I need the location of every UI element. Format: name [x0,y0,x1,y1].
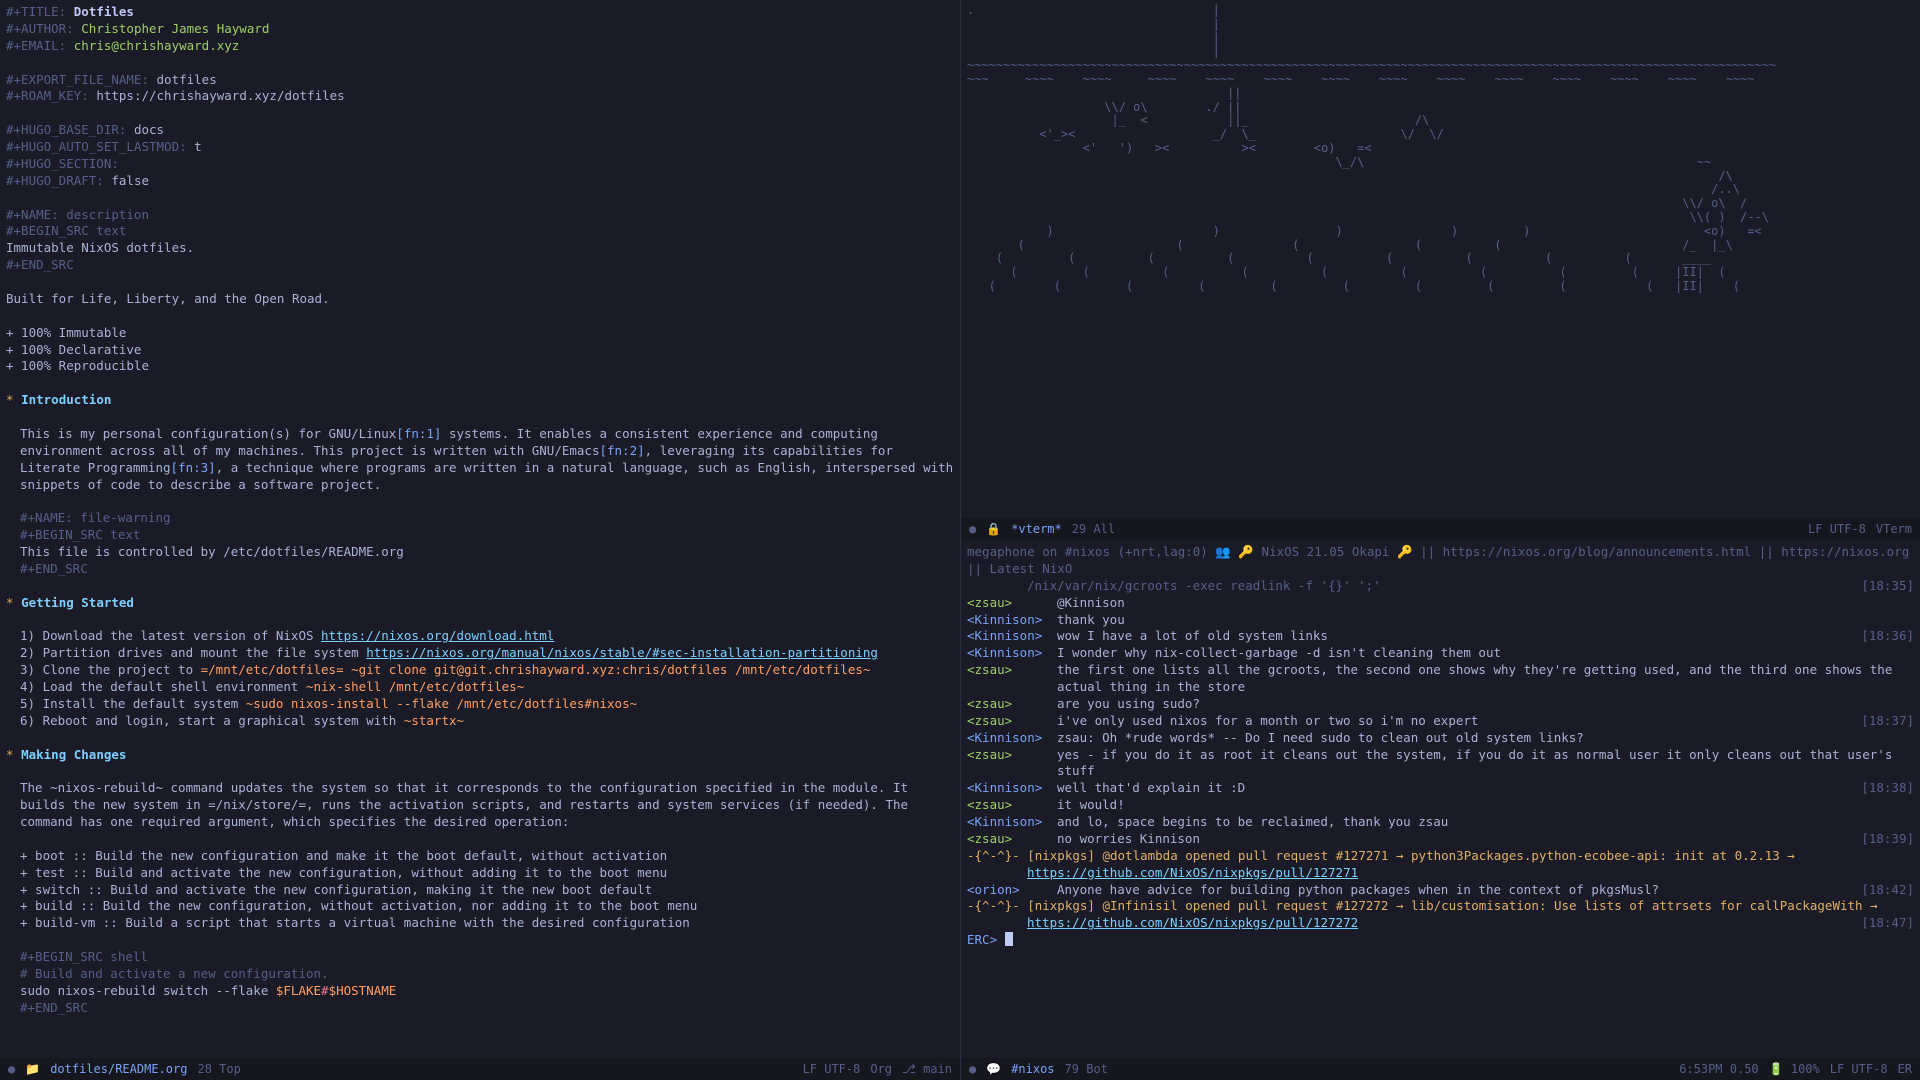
irc-message: <Kinnison> zsau: Oh *rude words* -- Do I… [967,730,1914,747]
irc-message: <Kinnison> and lo, space begins to be re… [967,814,1914,831]
position-indicator: 28 Top [197,1061,240,1077]
irc-text: i've only used nixos for a month or two … [1057,713,1851,730]
tagline: Built for Life, Liberty, and the Open Ro… [6,291,954,308]
pr-link[interactable]: https://github.com/NixOS/nixpkgs/pull/12… [1027,865,1358,880]
src-block-description: #+NAME: description #+BEGIN_SRC text Imm… [6,207,954,275]
irc-nick: <zsau> [967,696,1057,713]
irc-nick: <zsau> [967,831,1057,848]
irc-timestamp: [18:38] [1851,780,1914,797]
terminal-pane[interactable]: . | | | | ~~~~~~~~~~~~~~~~~~~~~~~~~~~~~~… [960,0,1920,540]
making-changes-para: The ~nixos-rebuild~ command updates the … [6,780,954,831]
battery-indicator: 🔋 100% [1769,1061,1820,1077]
irc-text: no worries Kinnison [1057,831,1851,848]
folder-icon: 📁 [25,1061,40,1077]
irc-text: yes - if you do it as root it cleans out… [1057,747,1914,781]
irc-text: zsau: Oh *rude words* -- Do I need sudo … [1057,730,1914,747]
modeline-vterm[interactable]: ● 🔒 *vterm* 29 All LF UTF-8 VTerm [961,518,1920,540]
irc-nick: <zsau> [967,595,1057,612]
irc-log[interactable]: <zsau> @Kinnison<Kinnison> thank you<Kin… [967,595,1914,848]
irc-nick: <zsau> [967,662,1057,696]
irc-message: <Kinnison> well that'd explain it :D[18:… [967,780,1914,797]
clock: 6:53PM 0.50 [1679,1061,1758,1077]
src-block-shell: #+BEGIN_SRC shell # Build and activate a… [6,949,954,1017]
irc-timestamp: [18:39] [1851,831,1914,848]
git-branch[interactable]: ⎇ main [902,1061,952,1077]
irc-message: <zsau> yes - if you do it as root it cle… [967,747,1914,781]
irc-msg-orion: <orion> Anyone have advice for building … [967,882,1914,899]
heading-getting-started[interactable]: * Getting Started [6,595,954,612]
irc-nick: <Kinnison> [967,780,1057,797]
irc-message: <zsau> @Kinnison [967,595,1914,612]
irc-prompt: ERC> [967,932,997,949]
irc-message: <Kinnison> wow I have a lot of old syste… [967,628,1914,645]
operation-list: + boot :: Build the new configuration an… [6,848,954,932]
intro-paragraph: This is my personal configuration(s) for… [6,426,954,494]
feature-bullets: + 100% Immutable + 100% Declarative + 10… [6,325,954,376]
encoding-indicator: LF UTF-8 [1830,1061,1888,1077]
cursor-icon [1005,932,1013,946]
org-export-block: #+EXPORT_FILE_NAME: dotfiles #+ROAM_KEY:… [6,72,954,106]
major-mode[interactable]: VTerm [1876,521,1912,537]
editor-pane[interactable]: #+TITLE: Dotfiles #+AUTHOR: Christopher … [0,0,960,1080]
encoding-indicator: LF UTF-8 [803,1061,861,1077]
modeline-irc[interactable]: ● 💬 #nixos 79 Bot 6:53PM 0.50 🔋 100% LF … [961,1058,1920,1080]
ascii-art: . | | | | ~~~~~~~~~~~~~~~~~~~~~~~~~~~~~~… [967,4,1914,252]
heading-making-changes[interactable]: * Making Changes [6,747,954,764]
irc-text: thank you [1057,612,1914,629]
buffer-name[interactable]: #nixos [1011,1061,1054,1077]
irc-message: <Kinnison> thank you [967,612,1914,629]
src-block-file-warning: #+NAME: file-warning #+BEGIN_SRC text Th… [6,510,954,578]
buffer-name[interactable]: dotfiles/README.org [50,1061,187,1077]
irc-text: are you using sudo? [1057,696,1914,713]
irc-nick: <zsau> [967,797,1057,814]
irc-pane[interactable]: megaphone on #nixos (+nrt,lag:0) 👥 🔑 Nix… [960,540,1920,1080]
irc-text: it would! [1057,797,1914,814]
irc-message: <Kinnison> I wonder why nix-collect-garb… [967,645,1914,662]
org-properties-block: #+TITLE: Dotfiles #+AUTHOR: Christopher … [6,4,954,55]
vcs-indicator-icon: ● [8,1061,15,1077]
irc-message: <zsau> i've only used nixos for a month … [967,713,1914,730]
irc-notice-pr2: -{^-^}- [nixpkgs] @Infinisil opened pull… [967,898,1914,915]
heading-introduction[interactable]: * Introduction [6,392,954,409]
irc-nick: <Kinnison> [967,814,1057,831]
org-hugo-block: #+HUGO_BASE_DIR: docs #+HUGO_AUTO_SET_LA… [6,122,954,190]
irc-message: <zsau> are you using sudo? [967,696,1914,713]
lock-icon: 🔒 [986,521,1001,537]
buffer-name[interactable]: *vterm* [1011,521,1062,537]
partition-link[interactable]: https://nixos.org/manual/nixos/stable/#s… [366,645,878,660]
irc-message: <zsau> no worries Kinnison[18:39] [967,831,1914,848]
pr-link[interactable]: https://github.com/NixOS/nixpkgs/pull/12… [1027,915,1358,930]
irc-message: <zsau> it would! [967,797,1914,814]
irc-topic: megaphone on #nixos (+nrt,lag:0) 👥 🔑 Nix… [967,544,1914,578]
encoding-indicator: LF UTF-8 [1808,521,1866,537]
irc-timestamp: [18:37] [1851,713,1914,730]
irc-text: well that'd explain it :D [1057,780,1851,797]
modeline-left[interactable]: ● 📁 dotfiles/README.org 28 Top LF UTF-8 … [0,1058,960,1080]
status-dot-icon: ● [969,521,976,537]
chat-icon: 💬 [986,1061,1001,1077]
position-indicator: 79 Bot [1065,1061,1108,1077]
irc-text: wow I have a lot of old system links [1057,628,1851,645]
irc-text: @Kinnison [1057,595,1914,612]
major-mode[interactable]: Org [870,1061,892,1077]
irc-nick: <zsau> [967,713,1057,730]
position-indicator: 29 All [1072,521,1115,537]
ascii-art-waves: ( ( ( ( ( ( ( ( ( ____ ( ( ( ( ( ( ( ( (… [967,252,1914,293]
irc-input-line[interactable]: ERC> [967,932,1914,949]
irc-nick: <Kinnison> [967,730,1057,747]
irc-timestamp: [18:36] [1851,628,1914,645]
irc-nick: <Kinnison> [967,628,1057,645]
getting-started-list: 1) Download the latest version of NixOS … [6,628,954,729]
irc-nick: <Kinnison> [967,612,1057,629]
irc-nick: <Kinnison> [967,645,1057,662]
irc-text: the first one lists all the gcroots, the… [1057,662,1914,696]
download-link[interactable]: https://nixos.org/download.html [321,628,554,643]
irc-message: <zsau> the first one lists all the gcroo… [967,662,1914,696]
irc-notice-pr1: -{^-^}- [nixpkgs] @dotlambda opened pull… [967,848,1914,865]
major-mode[interactable]: ER [1898,1061,1912,1077]
status-dot-icon: ● [969,1061,976,1077]
irc-text: I wonder why nix-collect-garbage -d isn'… [1057,645,1914,662]
irc-text: and lo, space begins to be reclaimed, th… [1057,814,1914,831]
irc-nick: <zsau> [967,747,1057,781]
